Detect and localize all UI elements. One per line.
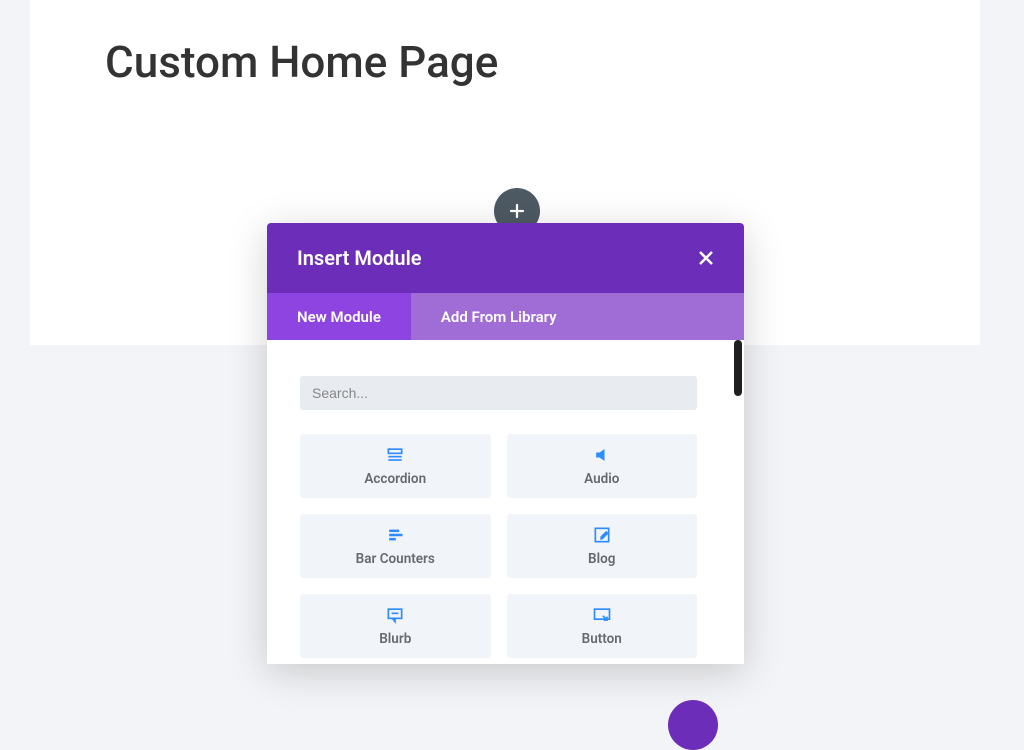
floating-action-button[interactable] <box>668 700 718 750</box>
module-grid: Accordion Audio Bar Counters <box>300 434 697 658</box>
tab-new-module[interactable]: New Module <box>267 293 411 340</box>
module-label: Blog <box>588 551 615 567</box>
speaker-icon <box>592 445 612 465</box>
page-title: Custom Home Page <box>105 36 498 88</box>
module-accordion[interactable]: Accordion <box>300 434 491 498</box>
search-input[interactable] <box>300 376 697 410</box>
plus-icon <box>508 202 526 220</box>
modal-tabs: New Module Add From Library <box>267 293 744 340</box>
scrollbar-thumb[interactable] <box>734 340 742 396</box>
close-icon[interactable] <box>698 250 714 266</box>
module-blurb[interactable]: Blurb <box>300 594 491 658</box>
module-label: Button <box>582 631 622 647</box>
module-label: Blurb <box>379 631 411 647</box>
module-label: Audio <box>584 471 619 487</box>
button-icon <box>592 605 612 625</box>
module-audio[interactable]: Audio <box>507 434 698 498</box>
modal-title: Insert Module <box>297 246 422 270</box>
module-bar-counters[interactable]: Bar Counters <box>300 514 491 578</box>
modal-header: Insert Module <box>267 223 744 293</box>
module-label: Accordion <box>364 471 426 487</box>
accordion-icon <box>385 445 405 465</box>
modal-body: Accordion Audio Bar Counters <box>267 340 744 664</box>
insert-module-modal: Insert Module New Module Add From Librar… <box>267 223 744 664</box>
chat-icon <box>385 605 405 625</box>
module-label: Bar Counters <box>356 551 435 567</box>
module-blog[interactable]: Blog <box>507 514 698 578</box>
edit-icon <box>592 525 612 545</box>
bars-icon <box>385 525 405 545</box>
module-button[interactable]: Button <box>507 594 698 658</box>
tab-add-from-library[interactable]: Add From Library <box>411 293 587 340</box>
